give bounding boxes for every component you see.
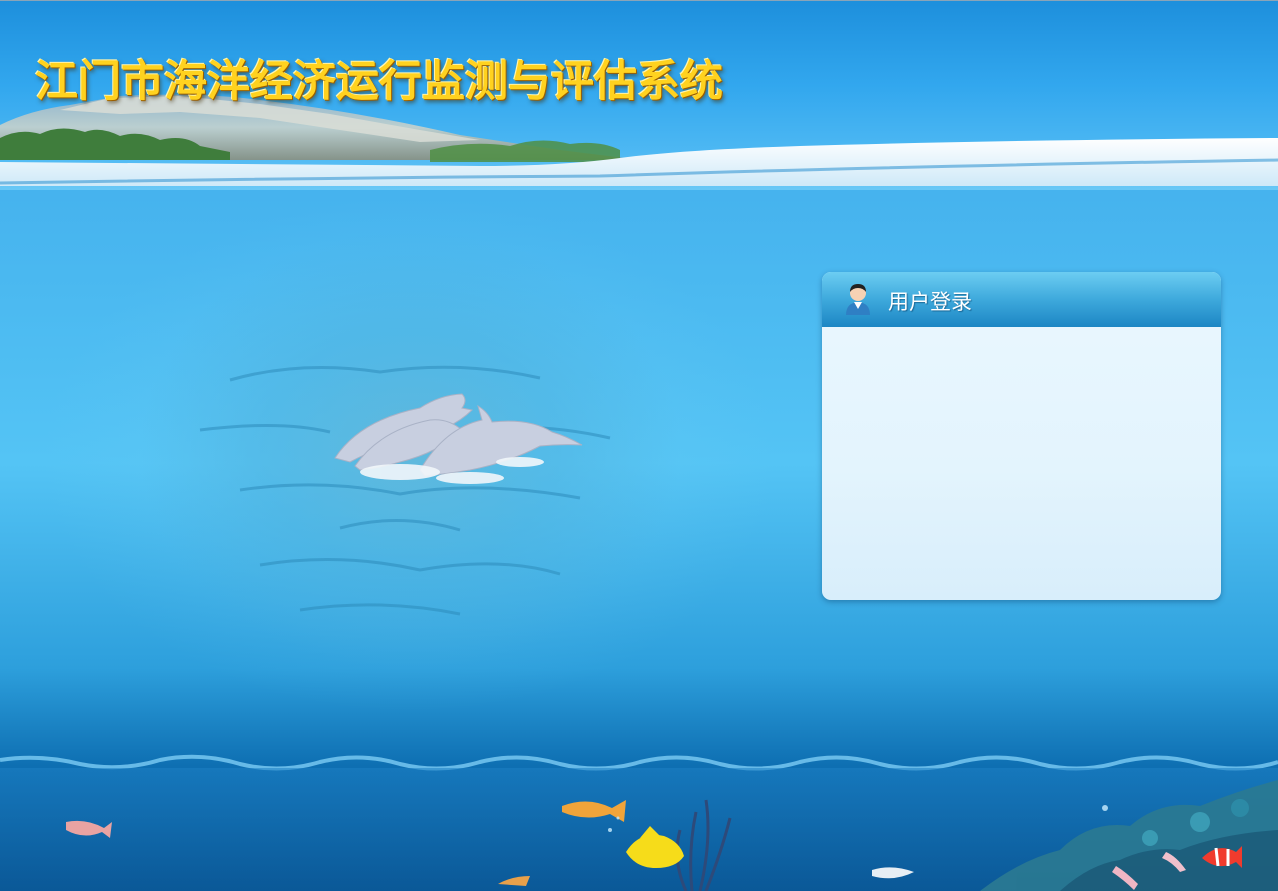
user-avatar-icon xyxy=(846,284,870,315)
login-panel-header: 用户登录 xyxy=(822,272,1221,327)
login-form-area xyxy=(822,327,1221,600)
water-surface-line xyxy=(0,754,1278,771)
login-panel-title: 用户登录 xyxy=(888,290,972,314)
login-page: 江门市海洋经济运行监测与评估系统 用户登录 xyxy=(0,0,1278,891)
login-panel: 用户登录 xyxy=(822,272,1221,600)
window-top-border xyxy=(0,0,1278,1)
